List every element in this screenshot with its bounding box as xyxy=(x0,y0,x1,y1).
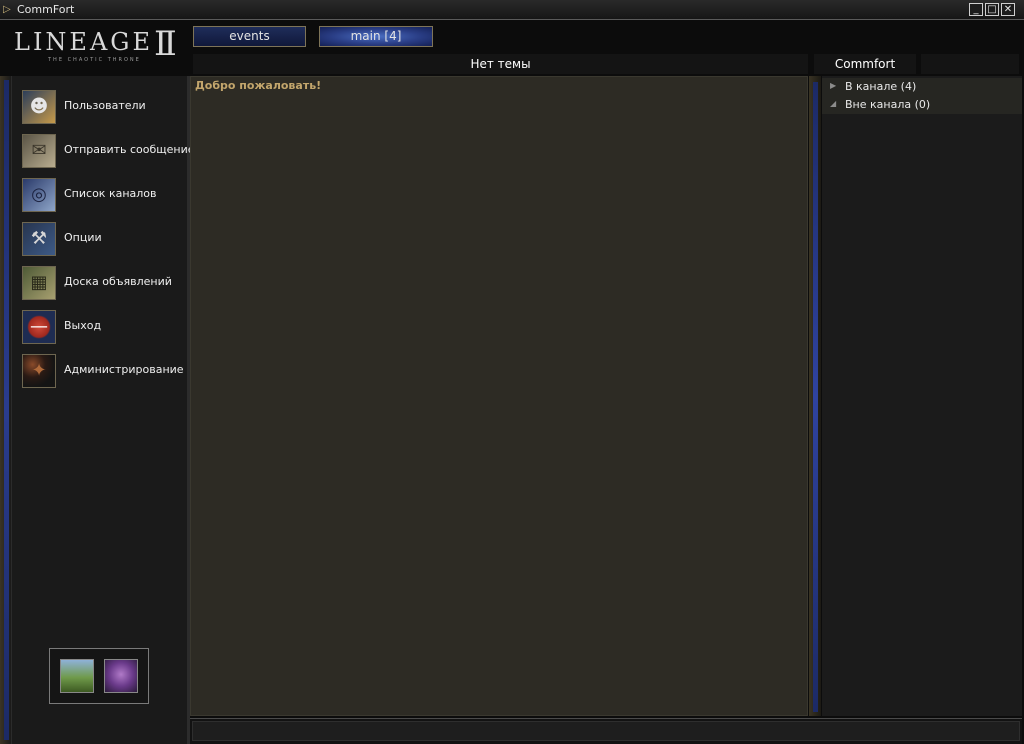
logo-wordmark: LINEAGE xyxy=(14,28,153,56)
avatar-panel xyxy=(49,648,149,704)
menu-item-users[interactable]: ☻ Пользователи xyxy=(20,88,186,126)
menu-item-label: Опции xyxy=(64,231,102,244)
hammer-options-icon: ⚒ xyxy=(22,222,56,256)
welcome-message: Добро пожаловать! xyxy=(195,79,322,92)
chat-scrollbar[interactable] xyxy=(813,82,818,712)
maximize-icon[interactable]: □ xyxy=(985,3,999,16)
tree-node-in-channel[interactable]: ▶ В канале (4) xyxy=(830,79,1010,96)
user-list-panel xyxy=(822,76,1022,716)
message-letter-icon: ✉ xyxy=(22,134,56,168)
exit-icon: — xyxy=(22,310,56,344)
menu-item-bulletin-board[interactable]: ▦ Доска объявлений xyxy=(20,264,186,302)
tab-main[interactable]: main [4] xyxy=(319,26,433,47)
app-icon: ▷ xyxy=(3,4,11,15)
menu-item-label: Отправить сообщение xyxy=(64,143,195,156)
window-title-bar[interactable]: ▷ CommFort _ □ ✕ xyxy=(0,0,1024,20)
logo-subtitle: THE CHAOTIC THRONE xyxy=(48,57,141,63)
user-portrait-icon: ☻ xyxy=(22,90,56,124)
expand-arrow-icon[interactable]: ◢ xyxy=(830,99,836,108)
menu-item-label: Доска объявлений xyxy=(64,275,172,288)
landscape-avatar-icon[interactable] xyxy=(60,659,94,693)
channel-topic: Нет темы xyxy=(193,54,808,74)
menu-item-label: Пользователи xyxy=(64,99,146,112)
message-input[interactable] xyxy=(192,721,1020,741)
tab-events[interactable]: events xyxy=(193,26,306,47)
nick-header: Commfort xyxy=(814,54,916,74)
close-icon[interactable]: ✕ xyxy=(1001,3,1015,16)
creature-avatar-icon[interactable] xyxy=(104,659,138,693)
window-title: CommFort xyxy=(17,3,75,16)
menu-item-label: Список каналов xyxy=(64,187,157,200)
chat-message-area[interactable]: Добро пожаловать! xyxy=(190,76,808,716)
bulletin-board-icon: ▦ xyxy=(22,266,56,300)
menu-item-options[interactable]: ⚒ Опции xyxy=(20,220,186,258)
menu-item-send-message[interactable]: ✉ Отправить сообщение xyxy=(20,132,195,170)
expand-arrow-icon[interactable]: ▶ xyxy=(830,81,836,90)
admin-wand-icon: ✦ xyxy=(22,354,56,388)
menu-item-label: Администрирование xyxy=(64,363,184,376)
menu-item-administration[interactable]: ✦ Администрирование xyxy=(20,352,186,390)
channel-list-icon: ◎ xyxy=(22,178,56,212)
logo-numeral: II xyxy=(154,24,177,64)
tree-node-out-of-channel[interactable]: ◢ Вне канала (0) xyxy=(830,97,1010,114)
menu-item-channel-list[interactable]: ◎ Список каналов xyxy=(20,176,186,214)
lineage-logo: LINEAGE II THE CHAOTIC THRONE xyxy=(6,24,186,70)
minimize-icon[interactable]: _ xyxy=(969,3,983,16)
nick-header-extra xyxy=(921,54,1019,74)
left-scrollbar[interactable] xyxy=(4,80,9,740)
tree-node-label: В канале (4) xyxy=(845,80,917,93)
tree-node-label: Вне канала (0) xyxy=(845,98,931,111)
menu-item-exit[interactable]: — Выход xyxy=(20,308,186,346)
menu-item-label: Выход xyxy=(64,319,102,332)
